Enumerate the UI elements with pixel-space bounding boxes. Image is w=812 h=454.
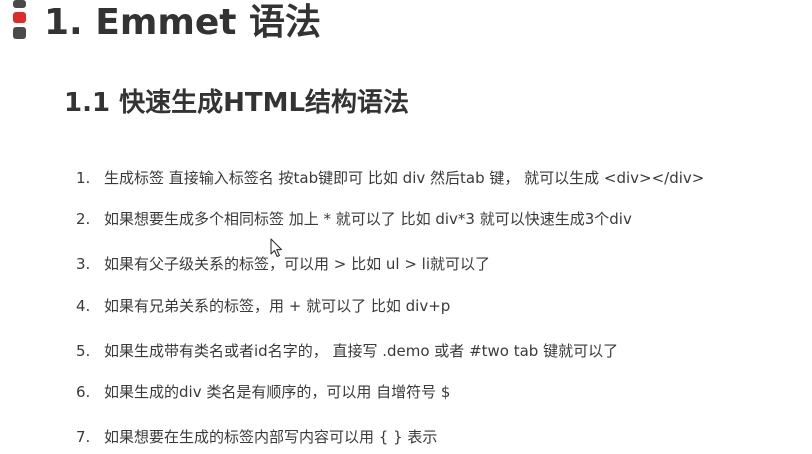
list-item-number: 1. <box>76 169 91 187</box>
list-item-number: 6. <box>76 383 91 401</box>
list-item-text: 如果想要生成多个相同标签 加上 * 就可以了 比如 div*3 就可以快速生成3… <box>104 210 632 228</box>
list-item: 5. 如果生成带有类名或者id名字的， 直接写 .demo 或者 #two tab… <box>76 340 618 362</box>
list-item-text: 如果生成的div 类名是有顺序的，可以用 自增符号 $ <box>104 383 451 401</box>
list-item-number: 4. <box>76 297 91 315</box>
list-item: 6. 如果生成的div 类名是有顺序的，可以用 自增符号 $ <box>76 381 450 403</box>
list-item: 2. 如果想要生成多个相同标签 加上 * 就可以了 比如 div*3 就可以快速生… <box>76 208 632 230</box>
list-item-text: 如果生成带有类名或者id名字的， 直接写 .demo 或者 #two tab 键… <box>104 342 619 360</box>
list-item-text: 如果有父子级关系的标签，可以用 > 比如 ul > li就可以了 <box>104 255 490 273</box>
list-item-text: 如果有兄弟关系的标签，用 + 就可以了 比如 div+p <box>104 297 451 315</box>
main-title: 1. Emmet 语法 <box>44 2 322 43</box>
list-item: 4. 如果有兄弟关系的标签，用 + 就可以了 比如 div+p <box>76 295 450 317</box>
slide-marker <box>13 0 27 40</box>
list-item-text: 生成标签 直接输入标签名 按tab键即可 比如 div 然后tab 键， 就可以… <box>104 169 705 187</box>
list-item-number: 3. <box>76 255 91 273</box>
list-item: 7. 如果想要在生成的标签内部写内容可以用 { } 表示 <box>76 426 437 448</box>
list-item-number: 2. <box>76 210 91 228</box>
list-item-number: 5. <box>76 342 91 360</box>
marker-segment-bottom <box>13 27 26 39</box>
list-item: 1. 生成标签 直接输入标签名 按tab键即可 比如 div 然后tab 键， 就… <box>76 167 704 189</box>
marker-segment-top <box>13 0 26 8</box>
mouse-pointer-icon <box>270 238 283 258</box>
section-title: 1.1 快速生成HTML结构语法 <box>64 88 410 118</box>
list-item-number: 7. <box>76 428 91 446</box>
list-item-text: 如果想要在生成的标签内部写内容可以用 { } 表示 <box>104 428 438 446</box>
marker-segment-accent <box>13 12 26 23</box>
